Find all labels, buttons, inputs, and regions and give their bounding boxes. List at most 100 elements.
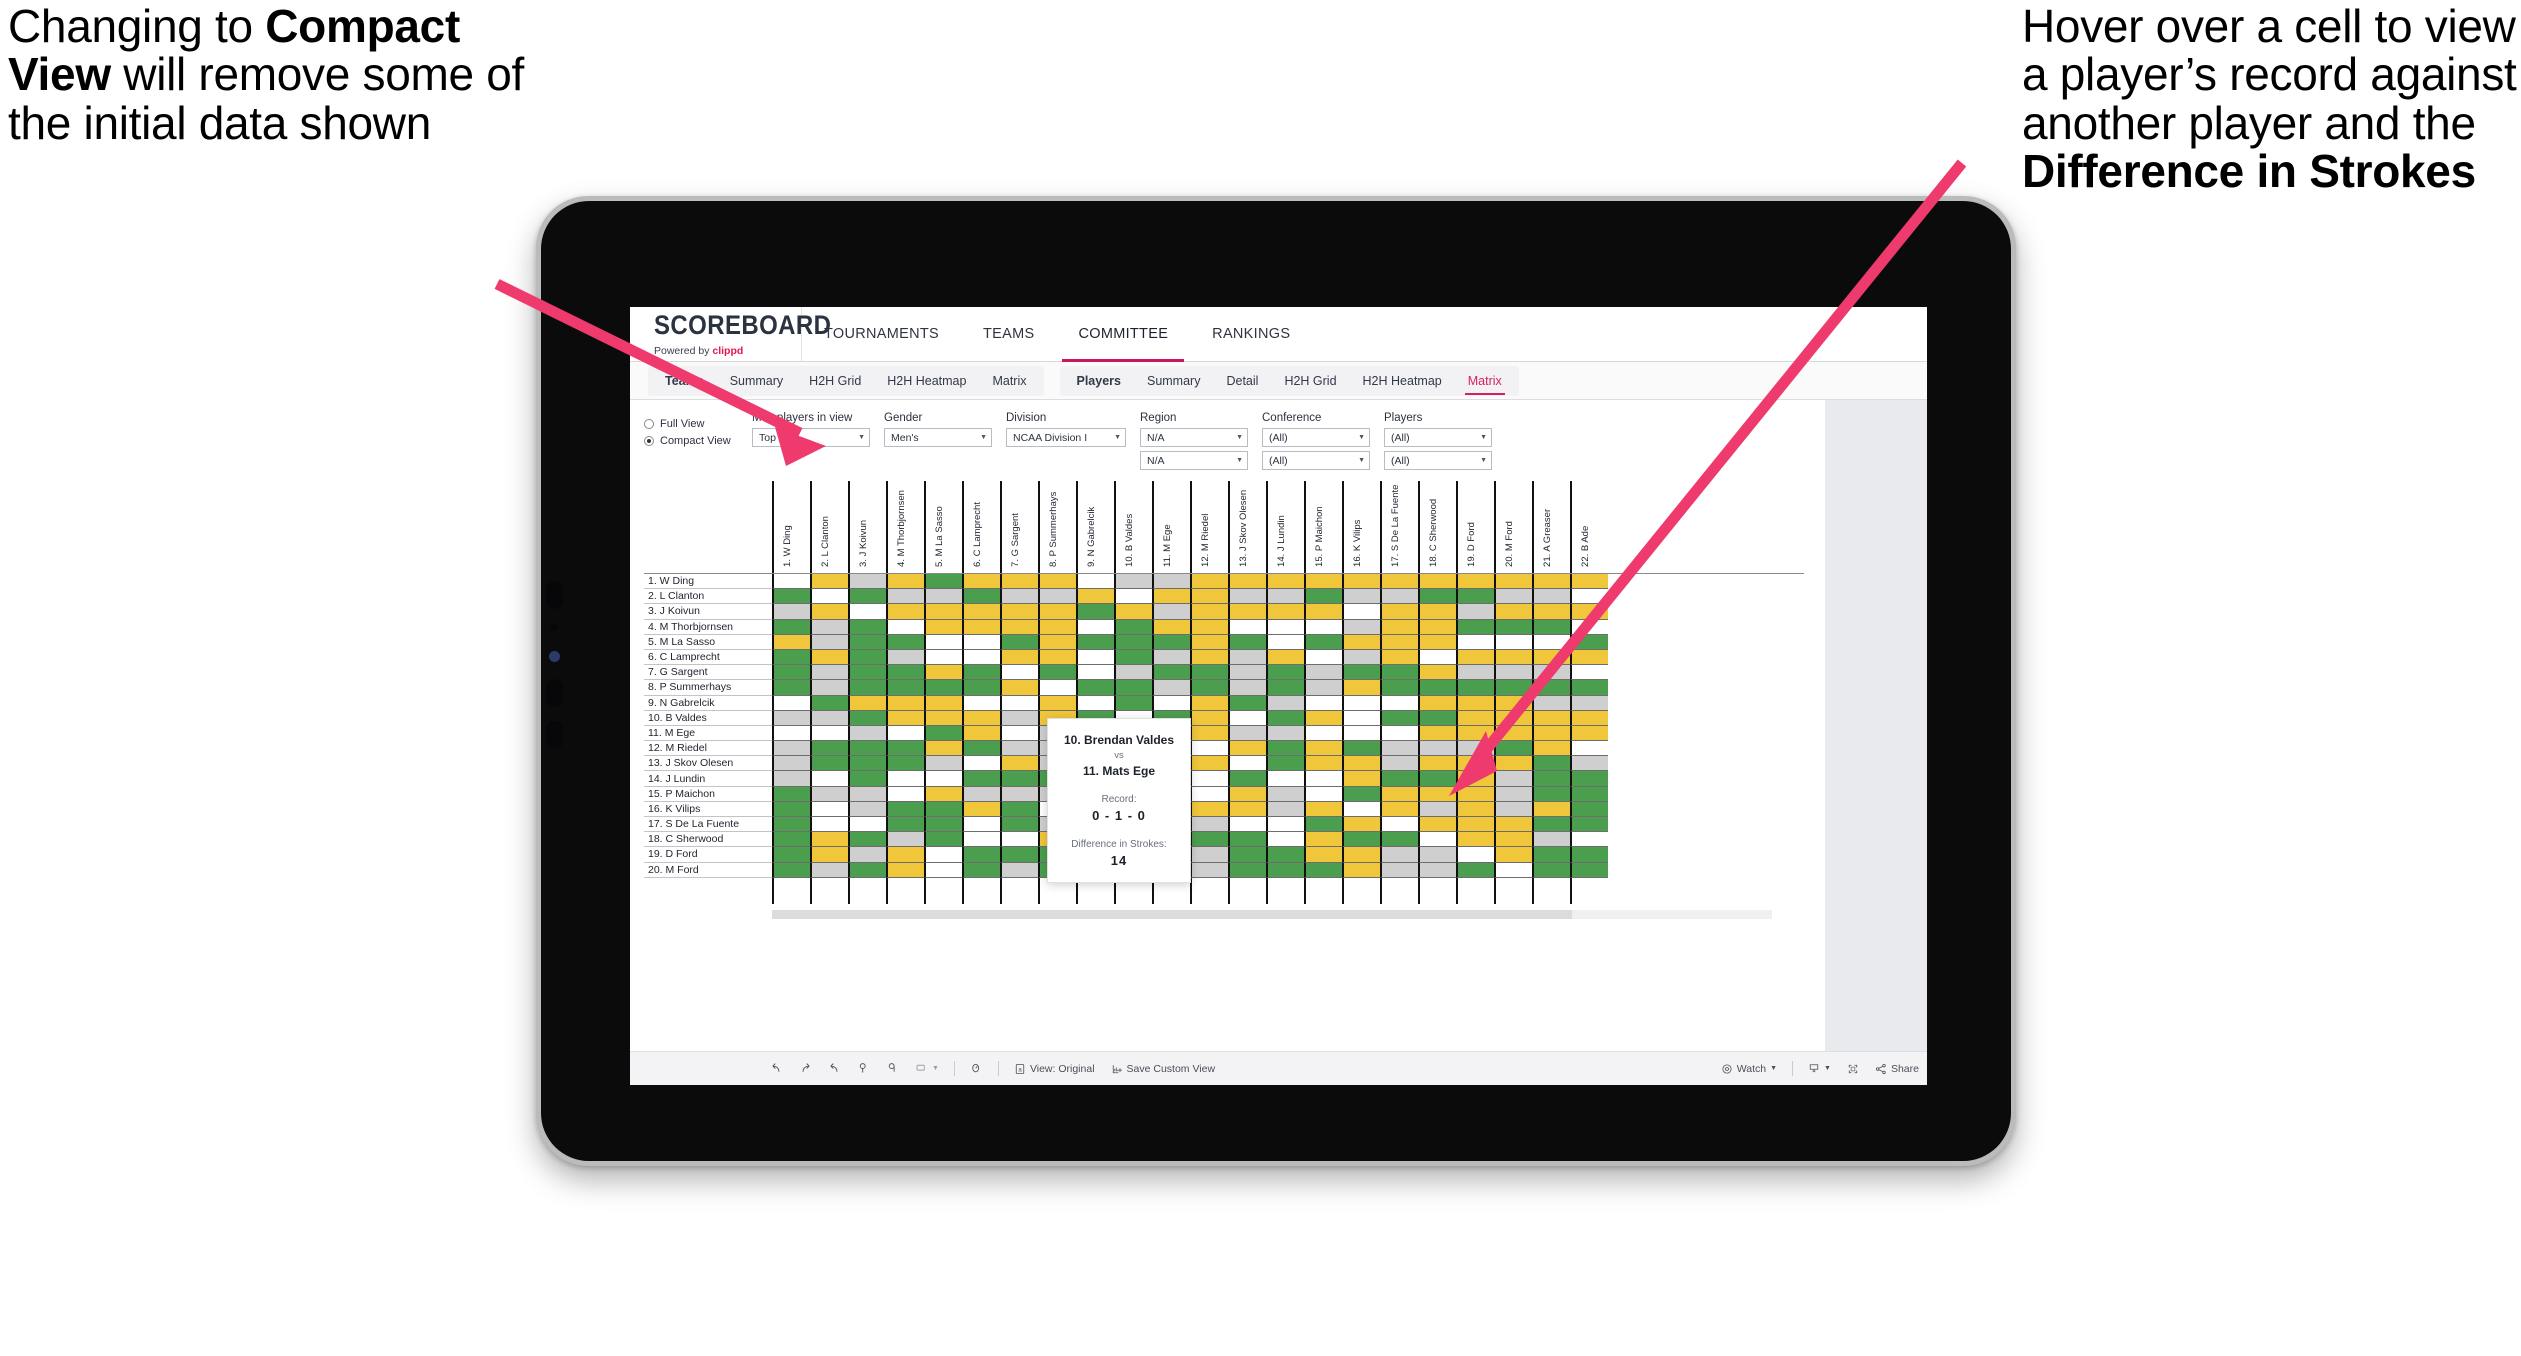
matrix-cell[interactable] <box>1494 832 1532 848</box>
filter-select[interactable]: Top 25 ▼ <box>752 428 870 447</box>
matrix-cell[interactable] <box>962 665 1000 681</box>
matrix-cell[interactable] <box>848 695 886 711</box>
matrix-cell[interactable] <box>1418 847 1456 863</box>
matrix-column-header[interactable]: 5. M La Sasso <box>924 481 962 573</box>
matrix-cell[interactable] <box>962 695 1000 711</box>
matrix-cell[interactable] <box>1380 847 1418 863</box>
matrix-cell[interactable] <box>962 862 1000 878</box>
matrix-cell[interactable] <box>1494 680 1532 696</box>
matrix-cell[interactable] <box>1532 604 1570 620</box>
matrix-cell[interactable] <box>1342 619 1380 635</box>
matrix-cell[interactable] <box>1380 619 1418 635</box>
matrix-cell[interactable] <box>1000 604 1038 620</box>
matrix-row-label[interactable]: 10. B Valdes <box>644 711 772 726</box>
matrix-cell[interactable] <box>1456 801 1494 817</box>
matrix-cell[interactable] <box>1342 710 1380 726</box>
matrix-cell[interactable] <box>772 574 810 590</box>
matrix-cell[interactable] <box>1266 847 1304 863</box>
matrix-cell[interactable] <box>1456 756 1494 772</box>
matrix-cell[interactable] <box>1456 741 1494 757</box>
matrix-cell[interactable] <box>1076 619 1114 635</box>
matrix-cell[interactable] <box>1532 832 1570 848</box>
matrix-cell[interactable] <box>848 619 886 635</box>
matrix-cell[interactable] <box>1494 801 1532 817</box>
matrix-cell[interactable] <box>1532 801 1570 817</box>
matrix-cell[interactable] <box>810 862 848 878</box>
matrix-cell[interactable] <box>810 634 848 650</box>
matrix-cell[interactable] <box>1000 786 1038 802</box>
matrix-cell[interactable] <box>1342 634 1380 650</box>
matrix-cell[interactable] <box>1000 649 1038 666</box>
matrix-cell[interactable] <box>1228 634 1266 650</box>
matrix-cell[interactable] <box>1114 634 1152 650</box>
matrix-cell[interactable] <box>1228 817 1266 833</box>
share-button[interactable]: Share <box>1867 1063 1927 1075</box>
matrix-row-label[interactable]: 14. J Lundin <box>644 771 772 787</box>
tablet-button-top[interactable] <box>546 581 563 609</box>
matrix-cell[interactable] <box>1342 771 1380 787</box>
matrix-cell[interactable] <box>1570 862 1608 878</box>
matrix-cell[interactable] <box>1342 649 1380 666</box>
matrix-cell[interactable] <box>1570 710 1608 726</box>
matrix-cell[interactable] <box>772 847 810 863</box>
matrix-cell[interactable] <box>1266 725 1304 742</box>
filter-select[interactable]: NCAA Division I ▼ <box>1006 428 1126 447</box>
matrix-cell[interactable] <box>1190 786 1228 802</box>
matrix-cell[interactable] <box>1076 695 1114 711</box>
matrix-cell[interactable] <box>810 574 848 590</box>
matrix-cell[interactable] <box>1114 589 1152 605</box>
matrix-cell[interactable] <box>962 847 1000 863</box>
matrix-cell[interactable] <box>1152 574 1190 590</box>
matrix-cell[interactable] <box>810 604 848 620</box>
matrix-cell[interactable] <box>772 832 810 848</box>
matrix-cell[interactable] <box>1304 817 1342 833</box>
matrix-cell[interactable] <box>1342 862 1380 878</box>
matrix-cell[interactable] <box>1456 832 1494 848</box>
matrix-cell[interactable] <box>962 604 1000 620</box>
matrix-cell[interactable] <box>848 862 886 878</box>
matrix-cell[interactable] <box>1380 680 1418 696</box>
matrix-cell[interactable] <box>1228 665 1266 681</box>
matrix-cell[interactable] <box>848 589 886 605</box>
matrix-cell[interactable] <box>1304 832 1342 848</box>
matrix-cell[interactable] <box>1152 619 1190 635</box>
matrix-cell[interactable] <box>1570 786 1608 802</box>
matrix-cell[interactable] <box>924 801 962 817</box>
filter-select[interactable]: N/A ▼ <box>1140 428 1248 447</box>
matrix-cell[interactable] <box>1304 786 1342 802</box>
matrix-cell[interactable] <box>1570 589 1608 605</box>
matrix-cell[interactable] <box>1228 619 1266 635</box>
matrix-cell[interactable] <box>1266 801 1304 817</box>
matrix-cell[interactable] <box>1494 710 1532 726</box>
matrix-row-label[interactable]: 6. C Lamprecht <box>644 650 772 666</box>
matrix-cell[interactable] <box>886 756 924 772</box>
matrix-cell[interactable] <box>1000 817 1038 833</box>
redo-button[interactable] <box>791 1062 820 1075</box>
matrix-cell[interactable] <box>924 574 962 590</box>
matrix-cell[interactable] <box>1570 741 1608 757</box>
matrix-row-label[interactable]: 19. D Ford <box>644 847 772 863</box>
tablet-button-middle[interactable] <box>546 679 563 707</box>
matrix-cell[interactable] <box>1076 680 1114 696</box>
matrix-cell[interactable] <box>1228 574 1266 590</box>
matrix-cell[interactable] <box>1570 619 1608 635</box>
matrix-cell[interactable] <box>962 771 1000 787</box>
matrix-cell[interactable] <box>1000 756 1038 772</box>
subnav-head-teams[interactable]: Teams <box>652 366 717 396</box>
matrix-cell[interactable] <box>1532 771 1570 787</box>
matrix-cell[interactable] <box>1266 619 1304 635</box>
matrix-cell[interactable] <box>1418 862 1456 878</box>
matrix-cell[interactable] <box>962 741 1000 757</box>
matrix-cell[interactable] <box>886 847 924 863</box>
matrix-cell[interactable] <box>1494 771 1532 787</box>
matrix-cell[interactable] <box>1418 665 1456 681</box>
matrix-cell[interactable] <box>810 710 848 726</box>
matrix-cell[interactable] <box>1456 786 1494 802</box>
matrix-cell[interactable] <box>1266 695 1304 711</box>
matrix-column-header[interactable]: 4. M Thorbjornsen <box>886 481 924 573</box>
pause-button[interactable] <box>962 1062 991 1075</box>
matrix-cell[interactable] <box>1380 756 1418 772</box>
matrix-cell[interactable] <box>1304 619 1342 635</box>
matrix-cell[interactable] <box>1342 665 1380 681</box>
matrix-cell[interactable] <box>1304 695 1342 711</box>
